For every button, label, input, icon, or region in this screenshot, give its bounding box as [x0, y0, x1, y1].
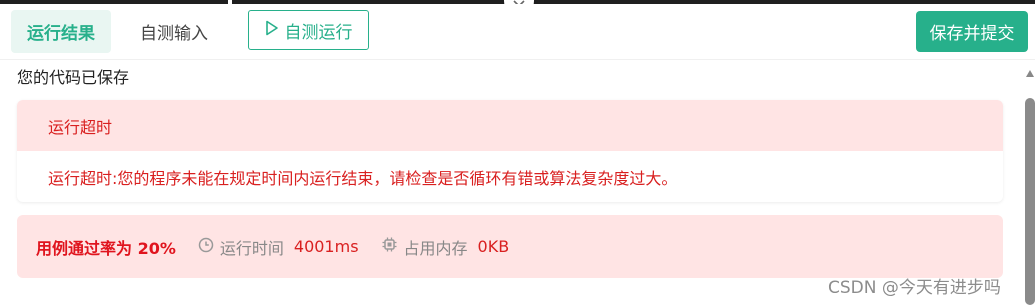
clock-icon [198, 237, 214, 257]
save-and-submit-button[interactable]: 保存并提交 [916, 11, 1028, 52]
run-time-label: 运行时间 [219, 238, 284, 258]
memory-metric: 占用内存 0KB [381, 235, 510, 259]
run-time-metric: 运行时间 4001ms [198, 235, 359, 259]
memory-label: 占用内存 [403, 238, 468, 258]
memory-value: 0KB [477, 237, 510, 256]
result-toolbar: 运行结果 自测输入 自测运行 保存并提交 [0, 4, 1035, 60]
tab-self-test-input[interactable]: 自测输入 [124, 10, 224, 53]
test-summary: 用例通过率为 20% 运行时间 4001ms 占用内存 0KB [17, 215, 1003, 278]
vertical-scrollbar[interactable] [1024, 62, 1035, 305]
run-time-value: 4001ms [293, 237, 359, 256]
code-saved-message: 您的代码已保存 [17, 68, 130, 87]
self-test-run-button[interactable]: 自测运行 [248, 10, 369, 50]
scroll-up-arrow-icon[interactable] [1026, 70, 1034, 77]
pass-rate: 用例通过率为 20% [36, 238, 176, 258]
self-test-run-label: 自测运行 [284, 22, 353, 43]
result-title: 运行超时 [17, 100, 1003, 151]
result-detail: 运行超时:您的程序未能在规定时间内运行结束，请检查是否循环有错或算法复杂度过大。 [48, 168, 678, 188]
play-icon [265, 20, 279, 41]
chip-icon [381, 236, 398, 257]
scroll-thumb[interactable] [1025, 98, 1035, 305]
csdn-watermark: CSDN @今天有进步吗 [828, 278, 1001, 298]
result-card: 运行超时 运行超时:您的程序未能在规定时间内运行结束，请检查是否循环有错或算法复… [17, 100, 1003, 202]
tab-run-result[interactable]: 运行结果 [11, 10, 111, 53]
